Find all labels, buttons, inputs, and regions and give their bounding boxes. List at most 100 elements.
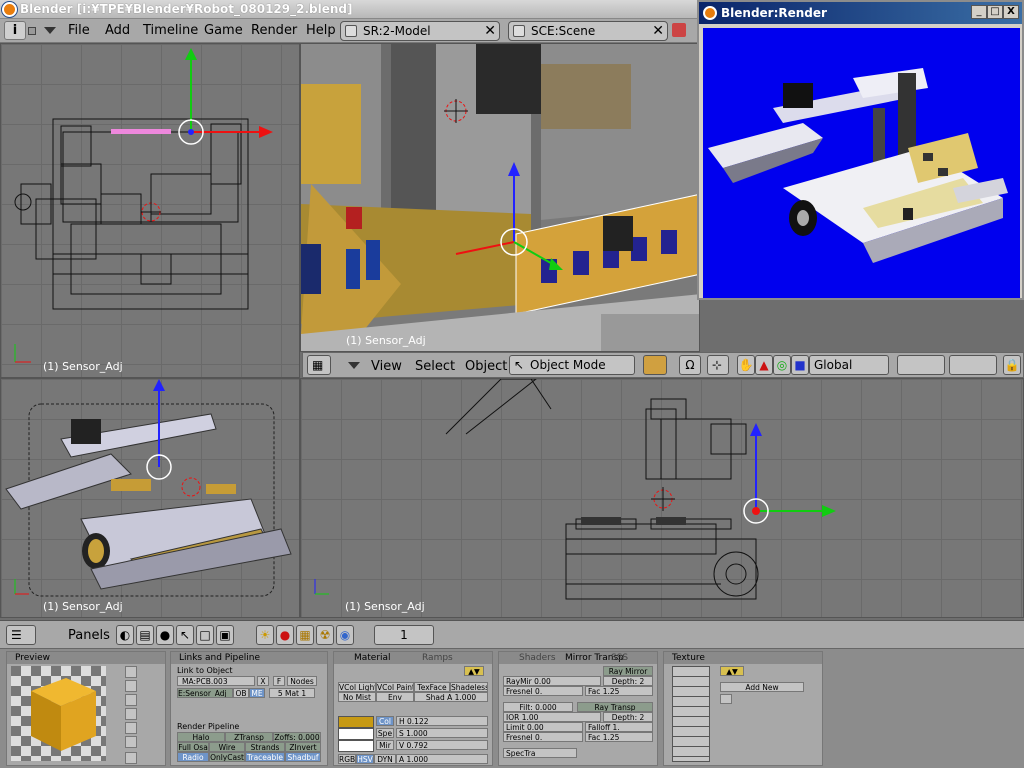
viewport-front-ortho[interactable]: (1) Sensor_Adj [0, 43, 300, 378]
tab-sss[interactable]: SSS [611, 652, 628, 664]
vcol-paint-button[interactable]: VCol Paint [376, 682, 414, 692]
script-icon[interactable]: ▤ [136, 625, 154, 645]
lamp-icon[interactable]: ☀ [256, 625, 274, 645]
scale-manipulator-icon[interactable]: ■ [791, 355, 809, 375]
texture-channel-list[interactable] [672, 666, 710, 762]
onlycast-button[interactable]: OnlyCast [209, 752, 245, 762]
vcol-light-button[interactable]: VCol Light [338, 682, 376, 692]
fullosa-button[interactable]: Full Osa [177, 742, 209, 752]
close-button[interactable]: X [1003, 5, 1019, 19]
scene-selector[interactable]: SCE:Scene ✕ [508, 21, 668, 41]
viewport-perspective-closeup[interactable]: (1) Sensor_Adj [300, 43, 700, 352]
preview-flat-button[interactable] [125, 666, 137, 678]
collapse-header-icon[interactable] [348, 362, 360, 369]
menu-file[interactable]: File [68, 23, 90, 38]
tab-ramps[interactable]: Ramps [422, 652, 453, 664]
traceable-button[interactable]: Traceable [245, 752, 285, 762]
viewport-perspective[interactable]: (1) Sensor_Adj [0, 378, 300, 618]
spectra-slider[interactable]: SpecTra [503, 748, 577, 758]
texface-button[interactable]: TexFace [414, 682, 450, 692]
transp-depth-field[interactable]: Depth: 2 [603, 712, 653, 722]
add-new-texture-button[interactable]: Add New [720, 682, 804, 692]
zoffs-field[interactable]: Zoffs: 0.000 [273, 732, 321, 742]
preview-monkey-button[interactable] [125, 708, 137, 720]
translate-manipulator-icon[interactable]: ▲ [755, 355, 773, 375]
screen-selector[interactable]: SR:2-Model ✕ [340, 21, 500, 41]
texture-arrows-button[interactable]: ▲▼ [720, 666, 744, 676]
material-icon[interactable]: ● [276, 625, 294, 645]
scene-delete-icon[interactable]: ✕ [652, 22, 664, 40]
collapse-menu-icon[interactable] [44, 27, 56, 34]
logic-icon[interactable]: ◐ [116, 625, 134, 645]
shading-icon[interactable]: ● [156, 625, 174, 645]
shadeless-button[interactable]: Shadeless [450, 682, 488, 692]
menu-object[interactable]: Object [465, 359, 507, 374]
specular-color-swatch[interactable] [338, 728, 374, 740]
wire-button[interactable]: Wire [209, 742, 245, 752]
nodes-button[interactable]: Nodes [287, 676, 317, 686]
tab-material[interactable]: Material [354, 652, 391, 664]
layer-buttons-2[interactable] [949, 355, 997, 375]
mirror-fac-slider[interactable]: Fac 1.25 [585, 686, 653, 696]
hand-icon[interactable]: ✋ [737, 355, 755, 375]
mir-button[interactable]: Mir [376, 740, 394, 750]
diffuse-color-swatch[interactable] [338, 716, 374, 728]
value-slider[interactable]: V 0.792 [396, 740, 488, 750]
preview-refresh-button[interactable] [125, 752, 137, 764]
mirror-color-swatch[interactable] [338, 740, 374, 752]
frame-number[interactable]: 1 [374, 625, 434, 645]
halo-button[interactable]: Halo [177, 732, 225, 742]
screen-delete-icon[interactable]: ✕ [484, 22, 496, 40]
col-button[interactable]: Col [376, 716, 394, 726]
ob-link-button[interactable]: OB [233, 688, 249, 698]
shad-alpha-field[interactable]: Shad A 1.000 [414, 692, 488, 702]
limit-field[interactable]: Limit 0.00 [503, 722, 583, 732]
viewport-side-ortho[interactable]: (1) Sensor_Adj [300, 378, 1024, 618]
transp-fac-slider[interactable]: Fac 1.25 [585, 732, 653, 742]
menu-add[interactable]: Add [105, 23, 130, 38]
alpha-slider[interactable]: A 1.000 [396, 754, 488, 764]
transp-fresnel-slider[interactable]: Fresnel 0. [503, 732, 583, 742]
spe-button[interactable]: Spe [376, 728, 394, 738]
strands-button[interactable]: Strands [245, 742, 285, 752]
preview-cube-button[interactable] [125, 694, 137, 706]
magnet-icon[interactable]: Ω [679, 355, 701, 375]
object-icon[interactable]: ↖ [176, 625, 194, 645]
shadbuf-button[interactable]: Shadbuf [285, 752, 321, 762]
menu-game[interactable]: Game [204, 23, 243, 38]
scene-browse-icon[interactable] [513, 25, 525, 37]
menu-select[interactable]: Select [415, 359, 455, 374]
hue-slider[interactable]: H 0.122 [396, 716, 488, 726]
preview-sphere-button[interactable] [125, 680, 137, 692]
orientation-selector[interactable]: Global [809, 355, 889, 375]
ray-transp-button[interactable]: Ray Transp [577, 702, 653, 712]
info-window-type-button[interactable]: i [4, 21, 26, 40]
mode-selector[interactable]: ↖ Object Mode [509, 355, 635, 375]
world-icon[interactable]: ◉ [336, 625, 354, 645]
zinvert-button[interactable]: ZInvert [285, 742, 321, 752]
ray-mirror-button[interactable]: Ray Mirror [603, 666, 653, 676]
radio-button[interactable]: Radio [177, 752, 209, 762]
mirror-fresnel-slider[interactable]: Fresnel 0. [503, 686, 583, 696]
tab-shaders[interactable]: Shaders [519, 652, 556, 664]
preview-hair-button[interactable] [125, 722, 137, 734]
rotate-manipulator-icon[interactable]: ◎ [773, 355, 791, 375]
panels-menu[interactable]: Panels [68, 628, 110, 643]
material-arrows-button[interactable]: ▲▼ [464, 666, 484, 676]
fake-user-button[interactable]: F [273, 676, 285, 686]
texture-icon[interactable]: ▦ [296, 625, 314, 645]
pivot-button[interactable]: ⊹ [707, 355, 729, 375]
falloff-field[interactable]: Falloff 1. [585, 722, 653, 732]
env-button[interactable]: Env [376, 692, 414, 702]
menu-help[interactable]: Help [306, 23, 336, 38]
layer-buttons-1[interactable] [897, 355, 945, 375]
radiosity-icon[interactable]: ☢ [316, 625, 334, 645]
window-type-button[interactable]: ▦ [307, 355, 331, 375]
info-toggle-icon[interactable] [28, 27, 36, 35]
editing-icon[interactable]: □ [196, 625, 214, 645]
saturation-slider[interactable]: S 1.000 [396, 728, 488, 738]
rgb-button[interactable]: RGB [338, 754, 356, 764]
me-link-button[interactable]: ME [249, 688, 265, 698]
menu-timeline[interactable]: Timeline [143, 23, 198, 38]
lock-icon[interactable]: 🔒 [1003, 355, 1021, 375]
